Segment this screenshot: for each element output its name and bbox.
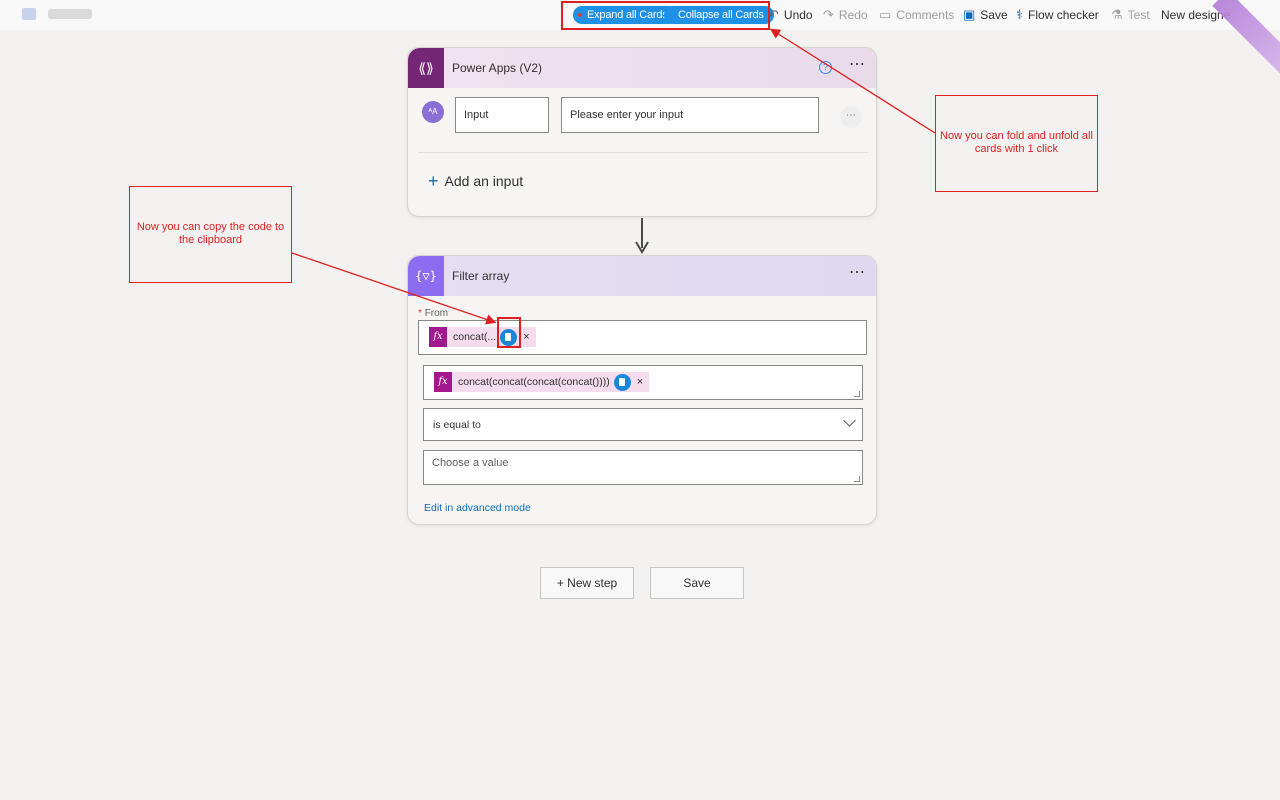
undo-button[interactable]: ↶ Undo: [768, 7, 813, 23]
input-name-field[interactable]: Input: [455, 97, 549, 133]
test-button[interactable]: ⚗ Test: [1111, 7, 1150, 23]
expression-token[interactable]: fx concat(concat(concat(concat()))) ×: [434, 372, 650, 392]
info-icon[interactable]: ?: [819, 61, 832, 74]
edit-advanced-mode-link[interactable]: Edit in advanced mode: [424, 502, 531, 514]
chevron-down-icon: [843, 414, 856, 427]
condition-left-field[interactable]: fx concat(concat(concat(concat()))) ×: [423, 365, 863, 400]
power-apps-icon: ⟪⟫: [408, 48, 444, 88]
plus-icon: +: [428, 171, 439, 191]
comments-button[interactable]: ▭ Comments: [879, 7, 954, 23]
filter-icon: {▽}: [408, 256, 444, 296]
power-apps-trigger-card[interactable]: ⟪⟫ Power Apps (V2) ? ⋯ ᴬA Input Please e…: [407, 47, 877, 217]
filter-array-card[interactable]: {▽} Filter array ⋯ * From fx concat(... …: [407, 255, 877, 525]
save-toolbar-button[interactable]: ▣ Save: [963, 7, 1008, 23]
resize-handle[interactable]: [854, 476, 860, 482]
app-logo: [22, 8, 36, 20]
operator-dropdown[interactable]: is equal to: [423, 408, 863, 441]
flow-checker-button[interactable]: ⚕ Flow checker: [1016, 7, 1099, 23]
save-button[interactable]: Save: [650, 567, 744, 599]
fold-annotation: Now you can fold and unfold all cards wi…: [935, 95, 1098, 192]
text-input-type-icon: ᴬA: [422, 101, 444, 123]
down-arrow-icon: [635, 241, 649, 254]
card-title: Power Apps (V2): [452, 61, 543, 75]
divider: [418, 152, 868, 153]
resize-handle[interactable]: [854, 391, 860, 397]
card-title: Filter array: [452, 269, 510, 283]
save-icon: ▣: [963, 7, 976, 22]
comment-icon: ▭: [879, 7, 892, 22]
add-input-button[interactable]: + Add an input: [428, 171, 523, 191]
input-prompt-field[interactable]: Please enter your input: [561, 97, 819, 133]
condition-value-field[interactable]: Choose a value: [423, 450, 863, 485]
input-more-button[interactable]: ⋯: [840, 106, 862, 128]
redo-button[interactable]: ↷ Redo: [823, 7, 868, 23]
from-field[interactable]: fx concat(... ×: [418, 320, 867, 355]
card-header[interactable]: ⟪⟫ Power Apps (V2) ? ⋯: [408, 48, 876, 88]
copy-button-highlight-box: [497, 317, 521, 348]
corner-decoration: [1210, 0, 1280, 80]
stethoscope-icon: ⚕: [1016, 7, 1024, 22]
more-options-icon[interactable]: ⋯: [849, 57, 866, 73]
toolbar-highlight-box: [561, 1, 770, 30]
redo-icon: ↷: [823, 7, 834, 22]
from-label: * From: [418, 308, 449, 319]
card-header[interactable]: {▽} Filter array ⋯: [408, 256, 876, 296]
copy-to-clipboard-button[interactable]: [613, 373, 631, 391]
more-options-icon[interactable]: ⋯: [849, 265, 866, 281]
fx-icon: fx: [429, 327, 447, 347]
remove-token-icon[interactable]: ×: [637, 376, 643, 388]
flow-name-redacted: [48, 9, 92, 19]
fx-icon: fx: [434, 372, 452, 392]
flask-icon: ⚗: [1111, 7, 1123, 22]
copy-annotation: Now you can copy the code to the clipboa…: [129, 186, 292, 283]
remove-token-icon[interactable]: ×: [523, 331, 529, 343]
new-step-button[interactable]: + New step: [540, 567, 634, 599]
